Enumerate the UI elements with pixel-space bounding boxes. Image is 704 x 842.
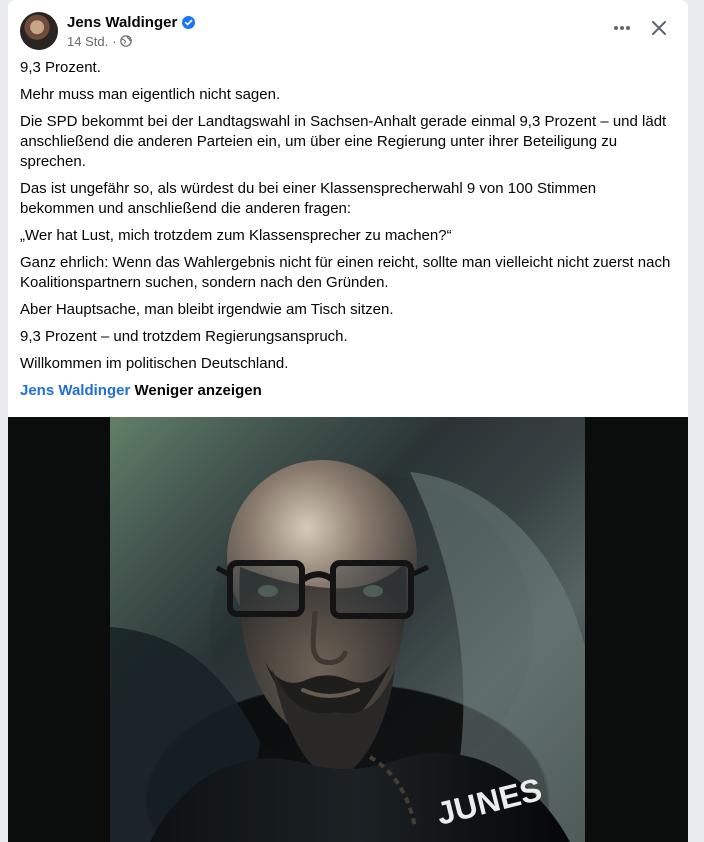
post-meta: 14 Std. · xyxy=(67,32,132,50)
author-avatar[interactable] xyxy=(20,12,58,50)
author-line: Jens Waldinger xyxy=(67,12,196,32)
facebook-post-card: Jens Waldinger 14 Std. · 9,3 Prozent. Me… xyxy=(8,0,688,842)
post-paragraph: Willkommen im politischen Deutschland. xyxy=(20,355,289,372)
post-paragraph: Das ist ungefähr so, als würdest du bei … xyxy=(20,180,597,217)
post-paragraph: Aber Hauptsache, man bleibt irgendwie am… xyxy=(20,301,394,318)
post-text: 9,3 Prozent. Mehr muss man eigentlich ni… xyxy=(20,58,672,408)
post-timestamp[interactable]: 14 Std. xyxy=(67,34,108,49)
post-header: Jens Waldinger 14 Std. · xyxy=(8,0,688,56)
close-icon xyxy=(651,20,667,36)
post-paragraph: 9,3 Prozent. xyxy=(20,59,101,76)
author-link[interactable]: Jens Waldinger xyxy=(20,382,130,399)
post-paragraph: Die SPD bekommt bei der Landtagswahl in … xyxy=(20,113,667,170)
portrait-illustration: JUNES xyxy=(110,417,585,842)
post-footer-links: Jens Waldinger Weniger anzeigen xyxy=(20,381,672,401)
post-photo[interactable]: JUNES xyxy=(110,417,585,842)
show-less-link[interactable]: Weniger anzeigen xyxy=(134,382,261,399)
verified-badge-icon xyxy=(182,15,196,29)
close-button[interactable] xyxy=(645,14,673,42)
post-paragraph: Mehr muss man eigentlich nicht sagen. xyxy=(20,86,281,103)
post-photo-area[interactable]: JUNES xyxy=(8,417,688,842)
meta-separator: · xyxy=(112,33,117,49)
post-paragraph: Ganz ehrlich: Wenn das Wahlergebnis nich… xyxy=(20,254,671,291)
more-options-button[interactable] xyxy=(609,15,635,41)
globe-icon xyxy=(119,35,132,47)
author-name[interactable]: Jens Waldinger xyxy=(67,14,177,31)
more-options-icon xyxy=(614,26,630,30)
post-paragraph: 9,3 Prozent – und trotzdem Regierungsans… xyxy=(20,328,348,345)
post-paragraph: „Wer hat Lust, mich trotzdem zum Klassen… xyxy=(20,227,452,244)
